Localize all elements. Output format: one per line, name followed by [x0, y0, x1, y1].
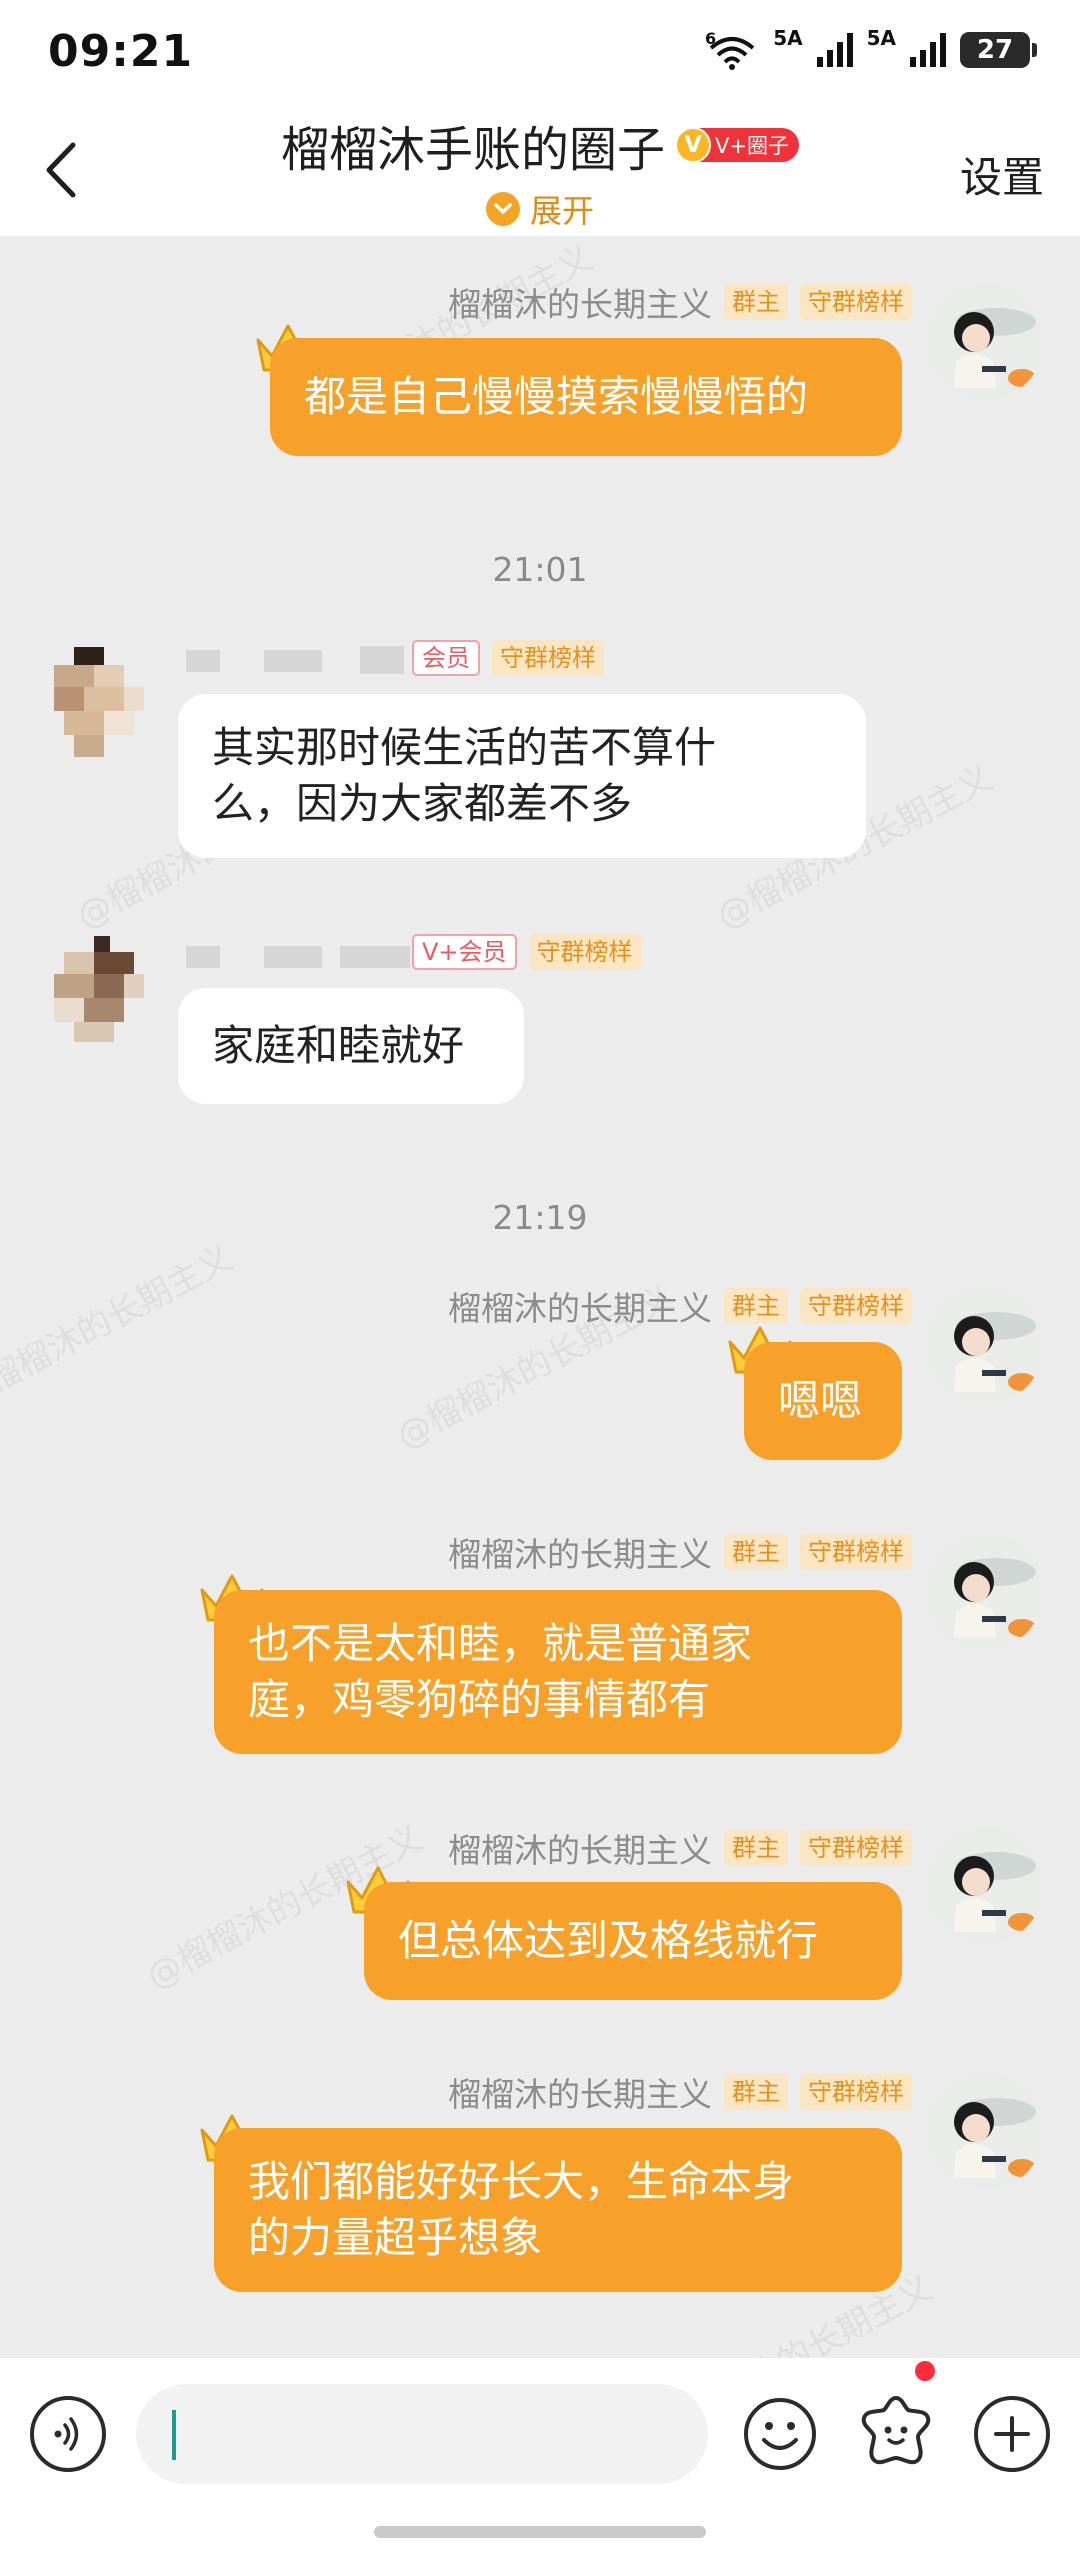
more-button[interactable]: [974, 2396, 1050, 2472]
battery-level: 27: [976, 35, 1014, 65]
text-cursor: [172, 2410, 176, 2460]
sender-name: 榴榴沐的长期主义: [448, 1535, 712, 1574]
owner-badge: 群主: [724, 2074, 788, 2110]
avatar-image: [926, 1532, 1044, 1650]
avatar-image-blurred: [34, 642, 164, 772]
message-bubble[interactable]: 也不是太和睦，就是普通家 庭，鸡零狗碎的事情都有: [214, 1590, 902, 1754]
avatar[interactable]: [926, 1532, 1044, 1650]
sender-name: 榴榴沐的长期主义: [448, 285, 712, 324]
owner-badge: 群主: [724, 1288, 788, 1324]
signal-2-label: 5A: [866, 26, 896, 50]
chat-header: 榴榴沐手账的圈子 V V+圈子 展开 设置: [0, 100, 1080, 236]
sender-name: 榴榴沐的长期主义: [448, 2075, 712, 2114]
chevron-down-icon: [485, 192, 520, 226]
message-text: 家庭和睦就好: [212, 1021, 465, 1070]
status-bar: 09:21 6 5A 5A 27: [0, 0, 1080, 100]
avatar-image: [926, 2072, 1044, 2190]
notification-dot: [912, 2358, 938, 2384]
message-sender-line: 榴榴沐的长期主义 群主 守群榜样: [448, 280, 912, 324]
title-row: 榴榴沐手账的圈子 V V+圈子: [0, 110, 1080, 180]
signal-2-icon: [910, 33, 946, 67]
message-sender-line: 榴榴沐的长期主义 群主 守群榜样: [448, 1530, 912, 1574]
avatar[interactable]: [926, 1286, 1044, 1404]
sender-name: 榴榴沐的长期主义: [448, 1289, 712, 1328]
message-bubble[interactable]: 但总体达到及格线就行: [364, 1882, 902, 2000]
avatar[interactable]: [926, 282, 1044, 400]
settings-button[interactable]: 设置: [960, 144, 1044, 205]
sticker-icon[interactable]: [856, 2392, 936, 2472]
voice-button[interactable]: [30, 2396, 106, 2472]
message-text: 嗯嗯: [778, 1376, 863, 1425]
avatar-image: [926, 282, 1044, 400]
owner-badge: 群主: [724, 1534, 788, 1570]
message-bubble[interactable]: 我们都能好好长大，生命本身 的力量超乎想象: [214, 2128, 902, 2292]
watermark: @榴榴沐的长期主义: [0, 1238, 240, 1418]
avatar[interactable]: [34, 642, 164, 772]
message-sender-line: V+会员 守群榜样: [400, 930, 641, 974]
timestamp: 21:19: [492, 1198, 588, 1237]
member-badge: 会员: [412, 640, 480, 676]
v-icon: V: [675, 127, 712, 163]
page-title: 榴榴沐手账的圈子: [281, 122, 666, 178]
vplus-circle-label: V+圈子: [715, 134, 789, 158]
plus-icon: [994, 2416, 1030, 2452]
status-time: 09:21: [48, 26, 194, 77]
signal-1-label: 5A: [773, 26, 803, 50]
owner-badge: 群主: [724, 1830, 788, 1866]
message-bubble[interactable]: 都是自己慢慢摸索慢慢悟的: [270, 338, 902, 456]
battery-icon: 27: [960, 32, 1037, 68]
home-indicator[interactable]: [374, 2526, 706, 2538]
message-input[interactable]: [136, 2384, 708, 2484]
expand-button[interactable]: 展开: [0, 186, 1080, 232]
message-bubble[interactable]: 家庭和睦就好: [178, 988, 524, 1104]
vplus-member-badge: V+会员: [412, 934, 517, 970]
blurred-sender-name: [264, 946, 322, 968]
message-sender-line: 榴榴沐的长期主义 群主 守群榜样: [448, 2070, 912, 2114]
avatar[interactable]: [34, 936, 164, 1066]
status-icons: 6 5A 5A 27: [705, 26, 1037, 70]
blurred-sender-name: [264, 650, 322, 672]
emoji-icon[interactable]: [742, 2396, 818, 2472]
message-text: 但总体达到及格线就行: [398, 1916, 819, 1965]
message-sender-line: 会员 守群榜样: [400, 636, 604, 680]
message-sender-line: 榴榴沐的长期主义 群主 守群榜样: [448, 1284, 912, 1328]
message-text: 都是自己慢慢摸索慢慢悟的: [304, 372, 809, 421]
wifi-icon: 6: [705, 30, 755, 70]
timestamp: 21:01: [492, 550, 588, 589]
guard-badge: 守群榜样: [800, 2074, 912, 2110]
blurred-sender-name: [360, 646, 404, 674]
guard-badge: 守群榜样: [800, 284, 912, 320]
message-bubble[interactable]: 其实那时候生活的苦不算什 么，因为大家都差不多: [178, 694, 866, 858]
blurred-sender-name: [186, 650, 220, 672]
blurred-sender-name: [186, 946, 220, 968]
owner-badge: 群主: [724, 284, 788, 320]
message-bubble[interactable]: 嗯嗯: [744, 1342, 902, 1460]
guard-badge: 守群榜样: [800, 1830, 912, 1866]
signal-1-icon: [816, 33, 853, 67]
avatar-image: [926, 1286, 1044, 1404]
avatar[interactable]: [926, 1826, 1044, 1944]
vplus-circle-badge: V V+圈子: [675, 127, 799, 163]
message-sender-line: 榴榴沐的长期主义 群主 守群榜样: [448, 1826, 912, 1870]
expand-label: 展开: [529, 192, 594, 230]
voice-icon: [54, 2417, 79, 2451]
avatar-image-blurred: [34, 936, 164, 1066]
message-text: 其实那时候生活的苦不算什 么，因为大家都差不多: [212, 723, 717, 828]
sender-name: 榴榴沐的长期主义: [448, 1831, 712, 1870]
guard-badge: 守群榜样: [528, 934, 641, 970]
avatar[interactable]: [926, 2072, 1044, 2190]
message-text: 也不是太和睦，就是普通家 庭，鸡零狗碎的事情都有: [248, 1619, 753, 1724]
guard-badge: 守群榜样: [492, 640, 604, 676]
guard-badge: 守群榜样: [800, 1534, 912, 1570]
avatar-image: [926, 1826, 1044, 1944]
message-text: 我们都能好好长大，生命本身 的力量超乎想象: [248, 2157, 795, 2262]
guard-badge: 守群榜样: [800, 1288, 912, 1324]
